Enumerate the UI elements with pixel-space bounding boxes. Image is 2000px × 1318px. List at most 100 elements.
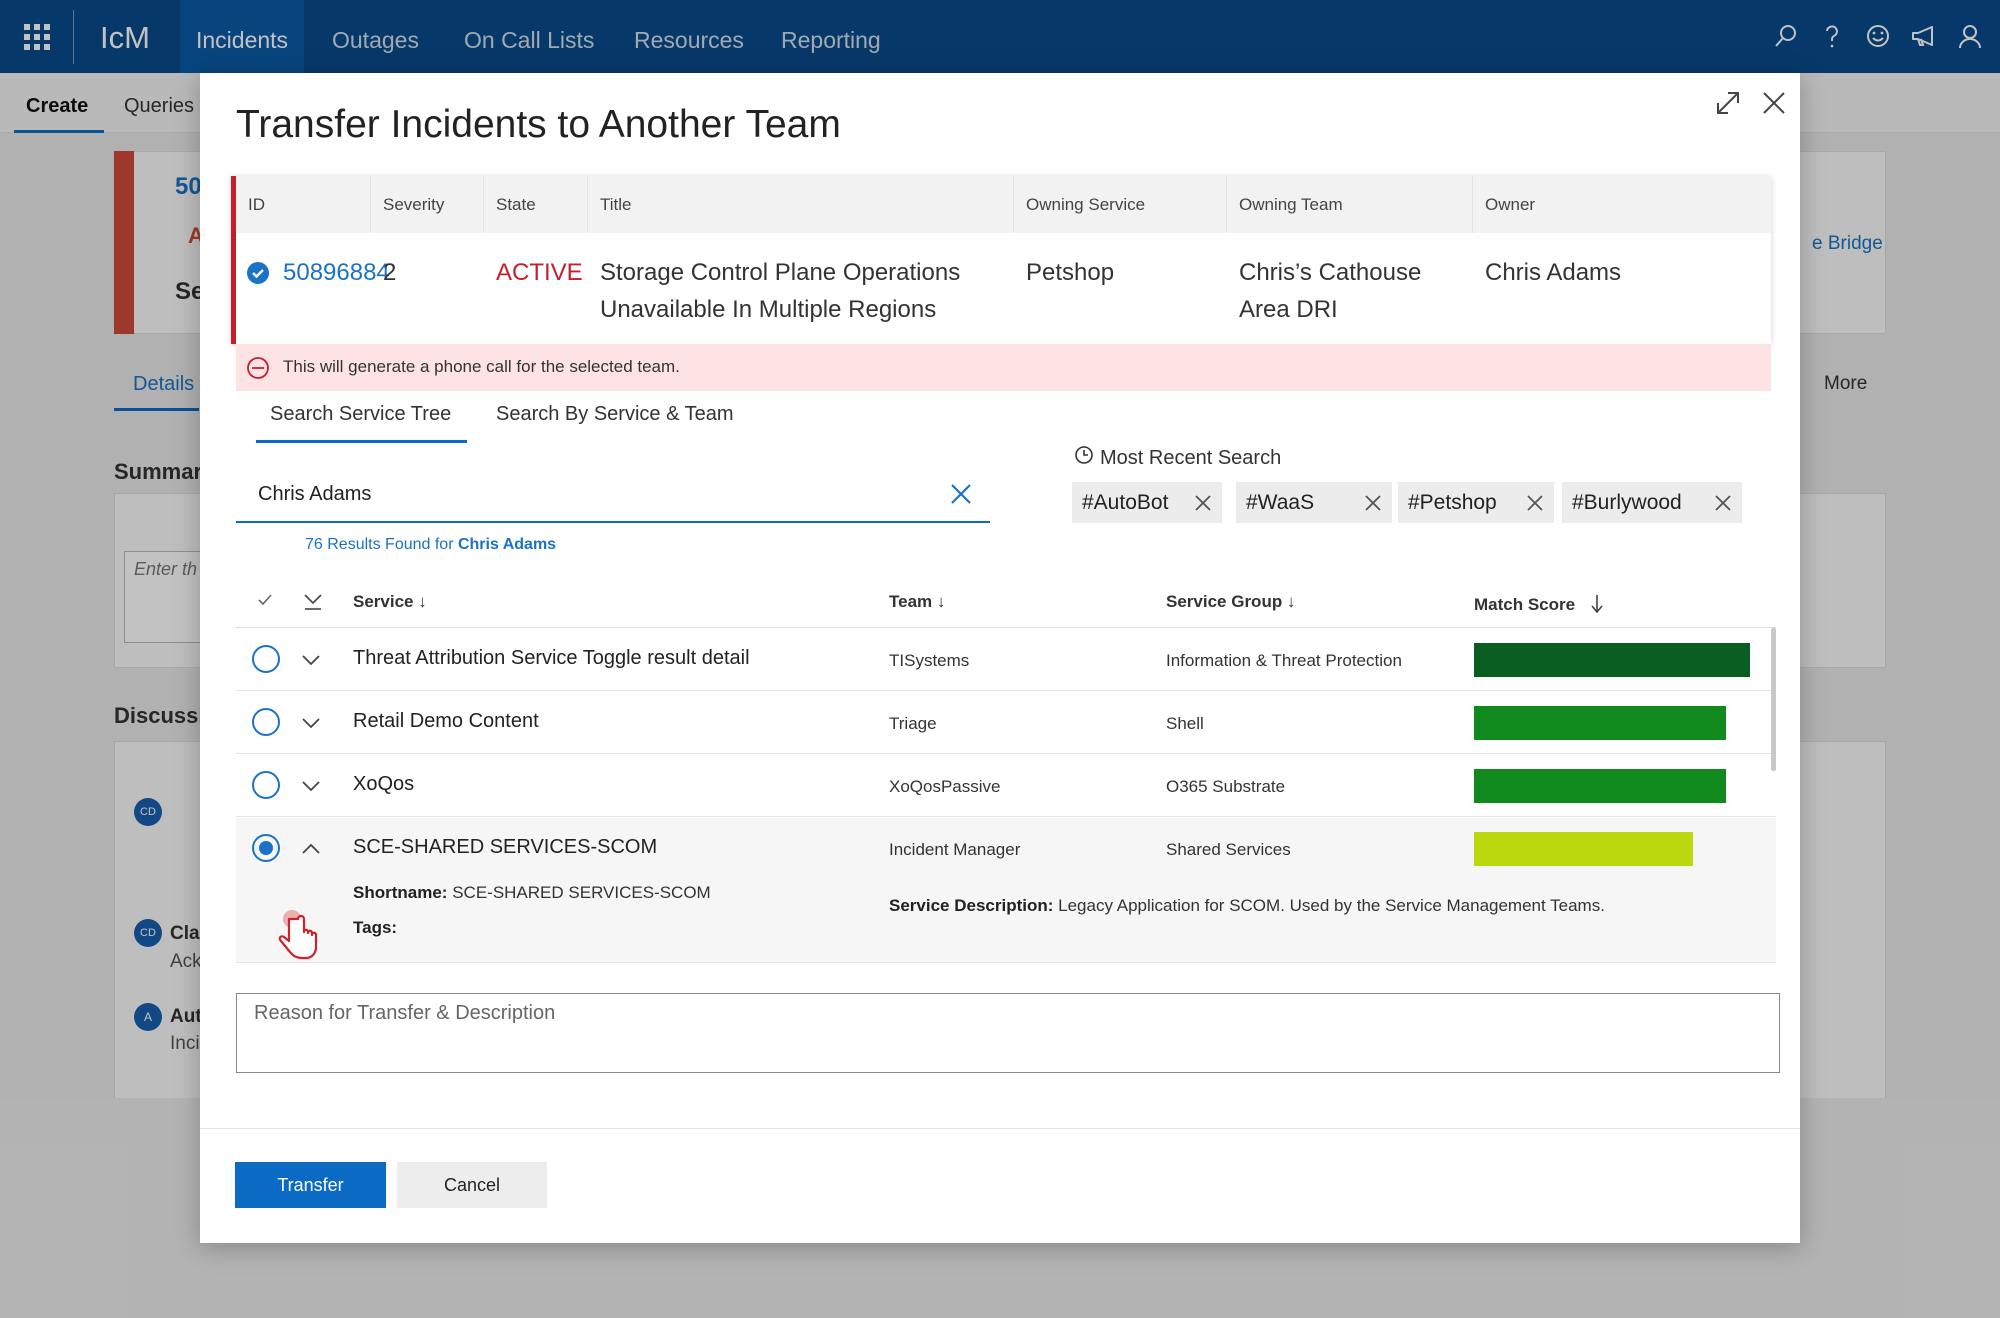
transfer-modal: Transfer Incidents to Another Team ID Se… bbox=[200, 73, 1800, 1243]
row-service: XoQos bbox=[353, 773, 415, 795]
description-detail: Service Description: Legacy Application … bbox=[889, 896, 1605, 916]
match-score-bar bbox=[1474, 769, 1774, 803]
results-prefix: 76 Results Found for bbox=[305, 536, 458, 553]
row-team: TISystems bbox=[889, 651, 970, 670]
sort-down-icon[interactable] bbox=[1590, 593, 1604, 620]
active-tab-indicator bbox=[256, 440, 467, 443]
chevron-down-icon[interactable] bbox=[300, 712, 322, 734]
col-id[interactable]: ID bbox=[236, 176, 371, 233]
expand-all-icon[interactable] bbox=[302, 589, 324, 616]
incident-title-line: Unavailable In Multiple Regions bbox=[600, 296, 937, 323]
selected-check-icon[interactable] bbox=[246, 261, 270, 285]
results-scrollbar[interactable] bbox=[1771, 628, 1776, 771]
blocked-icon bbox=[246, 356, 270, 380]
transfer-button[interactable]: Transfer bbox=[235, 1162, 386, 1208]
owning-team-line: Area DRI bbox=[1239, 296, 1338, 323]
remove-chip-icon[interactable] bbox=[1714, 494, 1732, 512]
shortname-label: Shortname: bbox=[353, 883, 448, 902]
chip-label[interactable]: #AutoBot bbox=[1082, 491, 1168, 515]
match-score-bar bbox=[1474, 643, 1774, 677]
incident-owning-team: Chris’s Cathouse Area DRI bbox=[1227, 254, 1421, 328]
col-owning-team[interactable]: Owning Team bbox=[1227, 176, 1473, 233]
match-score-fill bbox=[1474, 643, 1750, 677]
table-row[interactable]: Threat Attribution Service Toggle result… bbox=[236, 629, 1776, 691]
row-team: XoQosPassive bbox=[889, 777, 1001, 796]
results-term: Chris Adams bbox=[457, 536, 557, 553]
reason-field[interactable] bbox=[236, 993, 1780, 1073]
col-title[interactable]: Title bbox=[588, 176, 1014, 233]
match-score-fill bbox=[1474, 769, 1726, 803]
clear-search-icon[interactable] bbox=[948, 481, 974, 507]
modal-title: Transfer Incidents to Another Team bbox=[236, 103, 841, 146]
clock-icon bbox=[1074, 445, 1094, 471]
row-service-group: Information & Threat Protection bbox=[1166, 651, 1402, 670]
row-radio[interactable] bbox=[252, 771, 280, 799]
recent-chip[interactable]: #Burlywood bbox=[1562, 482, 1742, 523]
match-score-bar bbox=[1474, 832, 1774, 866]
row-radio[interactable] bbox=[252, 708, 280, 736]
recent-chip[interactable]: #AutoBot bbox=[1072, 482, 1222, 523]
match-score-fill bbox=[1474, 832, 1693, 866]
table-row[interactable]: Retail Demo Content Triage Shell bbox=[236, 692, 1776, 754]
incident-owning-service: Petshop bbox=[1026, 259, 1115, 286]
row-radio-selected[interactable] bbox=[252, 834, 280, 862]
chip-label[interactable]: #Burlywood bbox=[1572, 491, 1682, 515]
remove-chip-icon[interactable] bbox=[1364, 494, 1382, 512]
col-service-group[interactable]: Service Group ↓ bbox=[1166, 592, 1295, 612]
shortname-value: SCE-SHARED SERVICES-SCOM bbox=[452, 883, 711, 902]
col-owning-service[interactable]: Owning Service bbox=[1014, 176, 1227, 233]
footer-divider bbox=[200, 1128, 1800, 1129]
incident-table: ID Severity State Title Owning Service O… bbox=[231, 176, 1771, 344]
incident-owner: Chris Adams bbox=[1485, 259, 1622, 286]
expand-icon[interactable] bbox=[1712, 87, 1744, 119]
table-row-expanded[interactable]: SCE-SHARED SERVICES-SCOM Incident Manage… bbox=[236, 818, 1776, 963]
chevron-down-icon[interactable] bbox=[300, 649, 322, 671]
col-team[interactable]: Team ↓ bbox=[889, 592, 945, 612]
most-recent-search-text: Most Recent Search bbox=[1100, 446, 1282, 469]
row-service: SCE-SHARED SERVICES-SCOM bbox=[353, 836, 658, 858]
tab-search-service-tree[interactable]: Search Service Tree bbox=[270, 403, 451, 426]
search-input[interactable]: Chris Adams bbox=[258, 483, 371, 506]
most-recent-search-label: Most Recent Search bbox=[1074, 445, 1281, 471]
description-label: Service Description: bbox=[889, 896, 1054, 915]
incident-table-header: ID Severity State Title Owning Service O… bbox=[236, 176, 1771, 233]
chevron-up-icon[interactable] bbox=[300, 838, 322, 860]
remove-chip-icon[interactable] bbox=[1526, 494, 1544, 512]
col-severity[interactable]: Severity bbox=[371, 176, 484, 233]
row-service-group: Shared Services bbox=[1166, 840, 1291, 859]
owning-team-line: Chris’s Cathouse bbox=[1239, 259, 1422, 286]
table-row[interactable]: XoQos XoQosPassive O365 Substrate bbox=[236, 755, 1776, 817]
remove-chip-icon[interactable] bbox=[1194, 494, 1212, 512]
tags-label: Tags: bbox=[353, 918, 398, 937]
recent-chip[interactable]: #Petshop bbox=[1398, 482, 1554, 523]
recent-chip[interactable]: #WaaS bbox=[1236, 482, 1392, 523]
col-match-score[interactable]: Match Score bbox=[1474, 595, 1575, 615]
reason-textarea[interactable] bbox=[237, 994, 1779, 1072]
col-state[interactable]: State bbox=[484, 176, 588, 233]
row-service: Retail Demo Content bbox=[353, 710, 539, 732]
pointer-hand-icon bbox=[276, 909, 320, 965]
col-owner[interactable]: Owner bbox=[1473, 176, 1771, 233]
cancel-button[interactable]: Cancel bbox=[397, 1162, 547, 1208]
select-all-check-icon[interactable] bbox=[256, 591, 274, 614]
phone-call-warning: This will generate a phone call for the … bbox=[236, 344, 1771, 391]
service-search-field[interactable]: Chris Adams bbox=[236, 465, 990, 523]
results-table-header: Service ↓ Team ↓ Service Group ↓ Match S… bbox=[236, 573, 1776, 628]
chip-label[interactable]: #WaaS bbox=[1246, 491, 1314, 515]
match-score-bar bbox=[1474, 706, 1774, 740]
chip-label[interactable]: #Petshop bbox=[1408, 491, 1497, 515]
chevron-down-icon[interactable] bbox=[300, 775, 322, 797]
row-service: Threat Attribution Service Toggle result… bbox=[353, 647, 750, 669]
results-count: 76 Results Found for Chris Adams bbox=[305, 536, 556, 554]
description-value: Legacy Application for SCOM. Used by the… bbox=[1058, 896, 1605, 915]
row-radio[interactable] bbox=[252, 645, 280, 673]
col-service[interactable]: Service ↓ bbox=[353, 592, 427, 612]
tags-detail: Tags: bbox=[353, 918, 397, 938]
row-team: Triage bbox=[889, 714, 937, 733]
incident-title: Storage Control Plane Operations Unavail… bbox=[588, 254, 960, 328]
row-service-group: O365 Substrate bbox=[1166, 777, 1286, 796]
tab-search-by-service-team[interactable]: Search By Service & Team bbox=[496, 403, 734, 426]
close-icon[interactable] bbox=[1758, 87, 1790, 119]
row-service-group: Shell bbox=[1166, 714, 1204, 733]
incident-title-line: Storage Control Plane Operations bbox=[600, 259, 961, 286]
